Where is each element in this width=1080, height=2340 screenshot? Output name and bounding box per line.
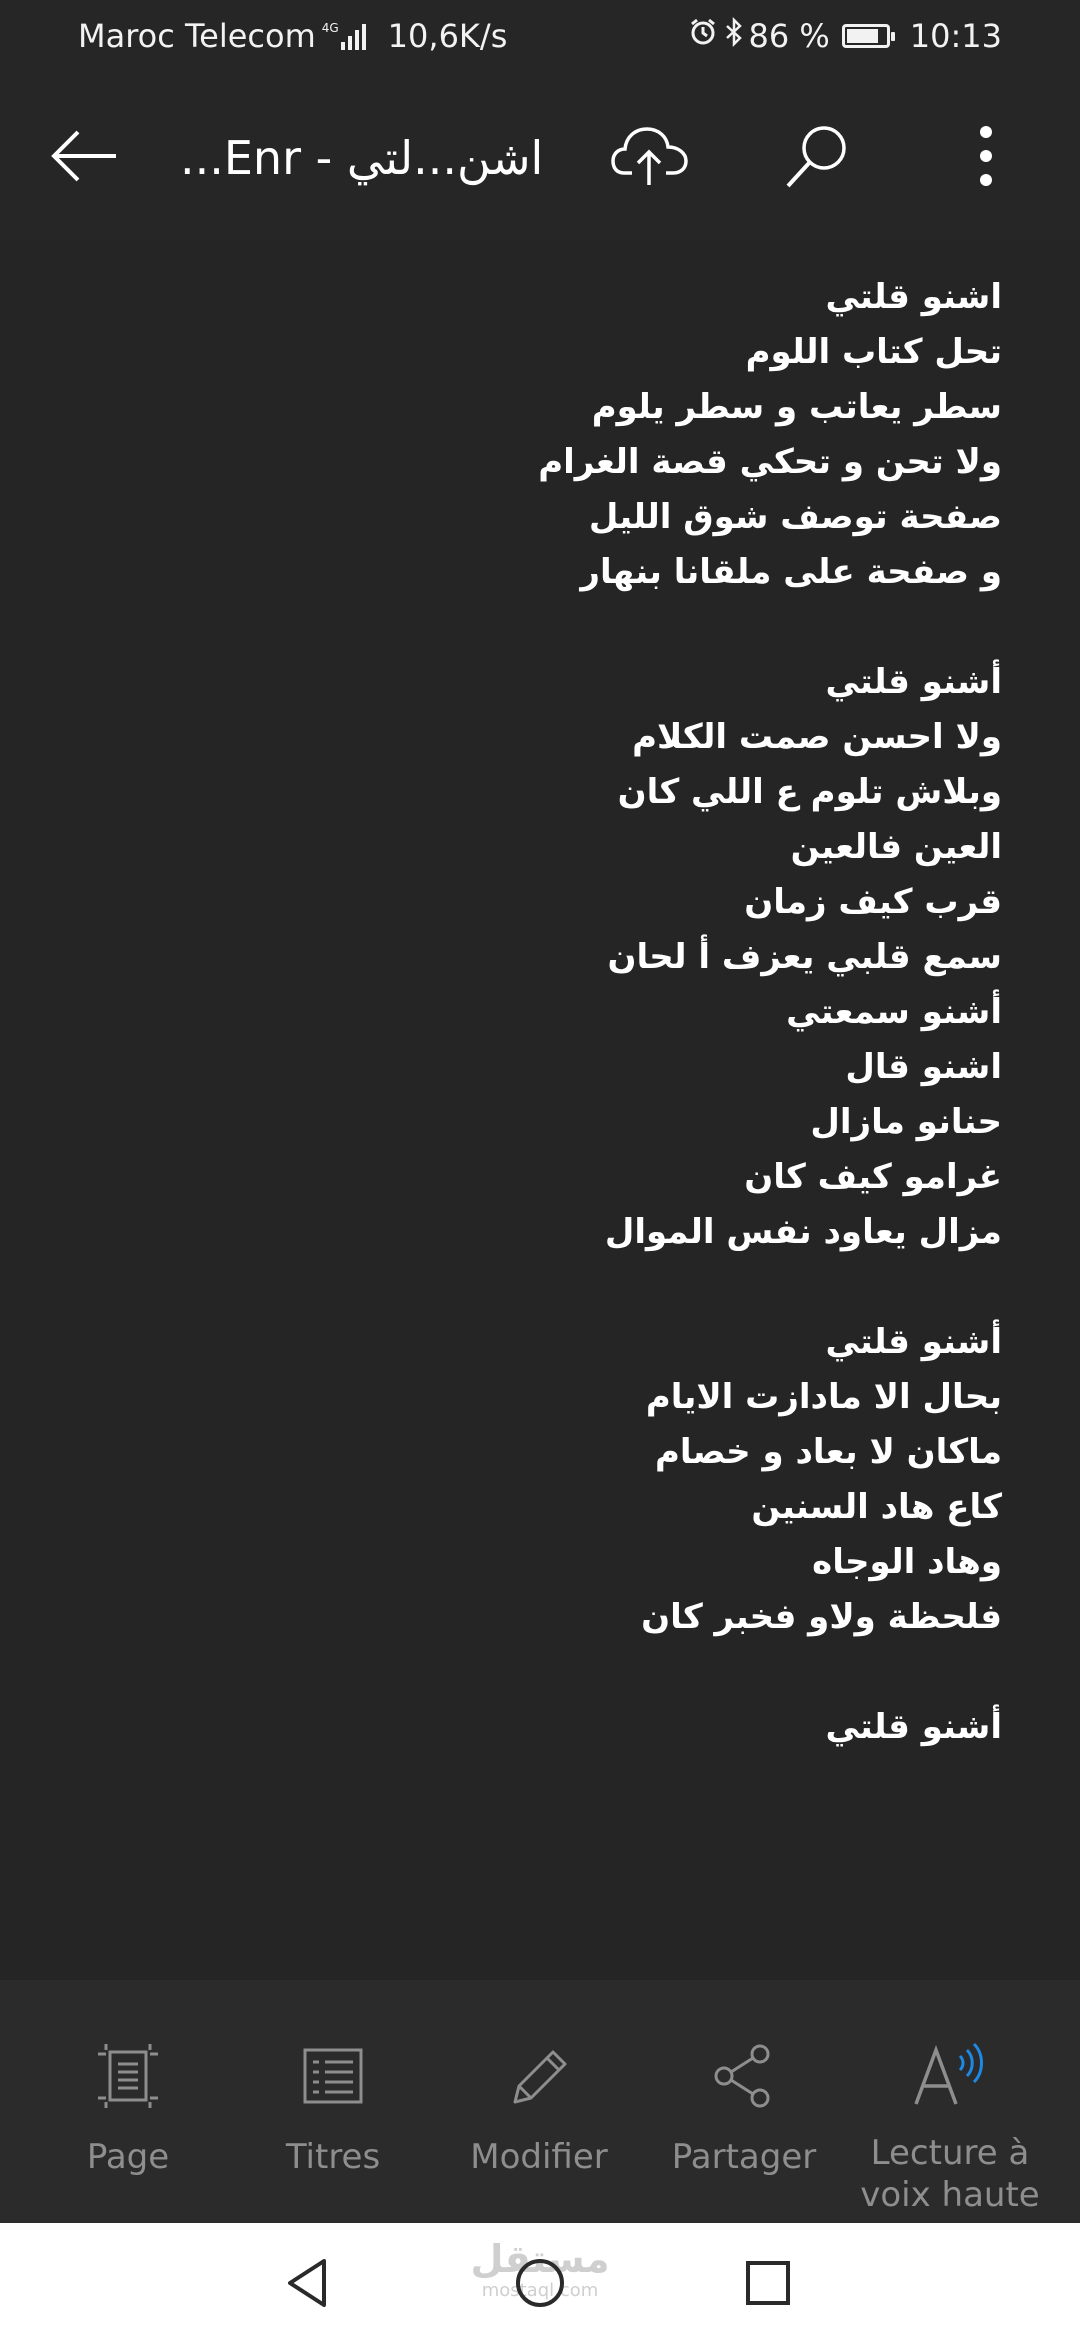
poem-line: ولا احسن صمت الكلام — [632, 717, 1002, 757]
poem-line: سمع قلبي يعزف أ لحان — [607, 937, 1002, 977]
poem-line: صفحة توصف شوق الليل — [588, 497, 1002, 537]
nav-home-icon — [516, 2259, 564, 2307]
poem-line: وبلاش تلوم ع اللي كان — [617, 772, 1002, 812]
poem-line: غرامو كيف كان — [744, 1157, 1002, 1197]
poem-line: العين فالعين — [790, 827, 1002, 867]
share-icon — [714, 2044, 770, 2108]
battery-percent: 86 % — [748, 17, 830, 55]
poem-line: اشنو قال — [845, 1047, 1002, 1087]
battery-icon — [841, 24, 895, 48]
read-aloud-label: Lecture à voix haute — [860, 2133, 1040, 2215]
carrier-name: Maroc Telecom — [78, 17, 316, 55]
poem-line: أشنو سمعتي — [786, 992, 1002, 1032]
page-view-icon — [98, 2044, 158, 2108]
pencil-icon — [513, 2050, 567, 2104]
headings-list-icon — [303, 2048, 363, 2104]
headings-button[interactable]: Titres — [235, 2036, 431, 2216]
stanza-gap — [202, 1260, 1002, 1315]
cloud-upload-icon — [611, 127, 688, 185]
back-button[interactable] — [36, 116, 132, 196]
cloud-upload-button[interactable] — [602, 114, 698, 198]
document-title: ...Enr - اشن...لتي — [180, 131, 544, 185]
share-label: Partager — [671, 2137, 817, 2177]
page-view-button[interactable]: Page — [30, 2036, 226, 2216]
poem-line: قرب كيف زمان — [744, 882, 1002, 922]
poem-line: حنانو مازال — [810, 1102, 1002, 1142]
stanza-gap — [202, 600, 1002, 655]
page-label: Page — [86, 2137, 170, 2177]
read-aloud-button[interactable]: Lecture à voix haute — [852, 2036, 1048, 2216]
back-arrow-icon — [51, 130, 116, 182]
poem-line: اشنو قلتي — [825, 277, 1002, 317]
stanza-gap — [202, 1645, 1002, 1700]
poem-line: سطر يعاتب و سطر يلوم — [591, 387, 1002, 427]
app-bar: ...Enr - اشن...لتي — [0, 72, 1080, 240]
poem-line: فلحظة ولاو فخبر كان — [641, 1597, 1002, 1637]
poem-line: مزال يعاود نفس الموال — [604, 1212, 1002, 1252]
clock: 10:13 — [909, 17, 1002, 55]
network-type: 4G — [321, 21, 339, 35]
poem-line: ماكان لا بعاد و خصام — [654, 1432, 1002, 1472]
edit-label: Modifier — [470, 2137, 608, 2177]
bottom-toolbar: Page Titres Modifier Partager Lecture à … — [0, 1980, 1080, 2223]
poem-line: أشنو قلتي — [825, 1322, 1002, 1362]
nav-home-button[interactable] — [500, 2251, 580, 2315]
read-aloud-icon — [914, 2042, 983, 2105]
more-options-button[interactable] — [950, 114, 1022, 198]
headings-label: Titres — [285, 2137, 381, 2177]
poem-line: كاع هاد السنين — [751, 1487, 1002, 1527]
network-speed: 10,6K/s — [387, 17, 508, 55]
alarm-icon — [688, 17, 718, 55]
document-text: اشنو قلتي تحل كتاب اللوم سطر يعاتب و سطر ي… — [202, 270, 1002, 1755]
status-bar: Maroc Telecom 4G 10,6K/s 86 % 10:13 — [0, 0, 1080, 72]
navigation-bar: مستقل mostaql.com — [0, 2223, 1080, 2340]
nav-recents-button[interactable] — [728, 2251, 808, 2315]
poem-line: أشنو قلتي — [825, 1707, 1002, 1747]
share-button[interactable]: Partager — [646, 2036, 842, 2216]
poem-line: بحال الا مادازت الايام — [645, 1377, 1002, 1417]
status-right: 86 % 10:13 — [676, 14, 1002, 58]
status-left: Maroc Telecom 4G 10,6K/s — [78, 14, 507, 58]
poem-line: وهاد الوجاه — [812, 1542, 1002, 1582]
poem-line: أشنو قلتي — [825, 662, 1002, 702]
more-vertical-icon — [980, 126, 992, 186]
nav-recents-icon — [746, 2261, 790, 2305]
poem-line: تحل كتاب اللوم — [745, 332, 1002, 372]
edit-button[interactable]: Modifier — [441, 2036, 637, 2216]
document-view[interactable]: اشنو قلتي تحل كتاب اللوم سطر يعاتب و سطر ي… — [0, 240, 1080, 1980]
nav-back-icon — [288, 2259, 326, 2307]
poem-line: و صفحة على ملقانا بنهار — [580, 552, 1002, 592]
poem-line: ولا تحن و تحكي قصة الغرام — [538, 442, 1002, 482]
bluetooth-icon — [724, 16, 744, 55]
search-button[interactable] — [770, 114, 866, 198]
search-icon — [786, 126, 846, 188]
nav-back-button[interactable] — [268, 2251, 348, 2315]
signal-icon — [340, 22, 366, 50]
